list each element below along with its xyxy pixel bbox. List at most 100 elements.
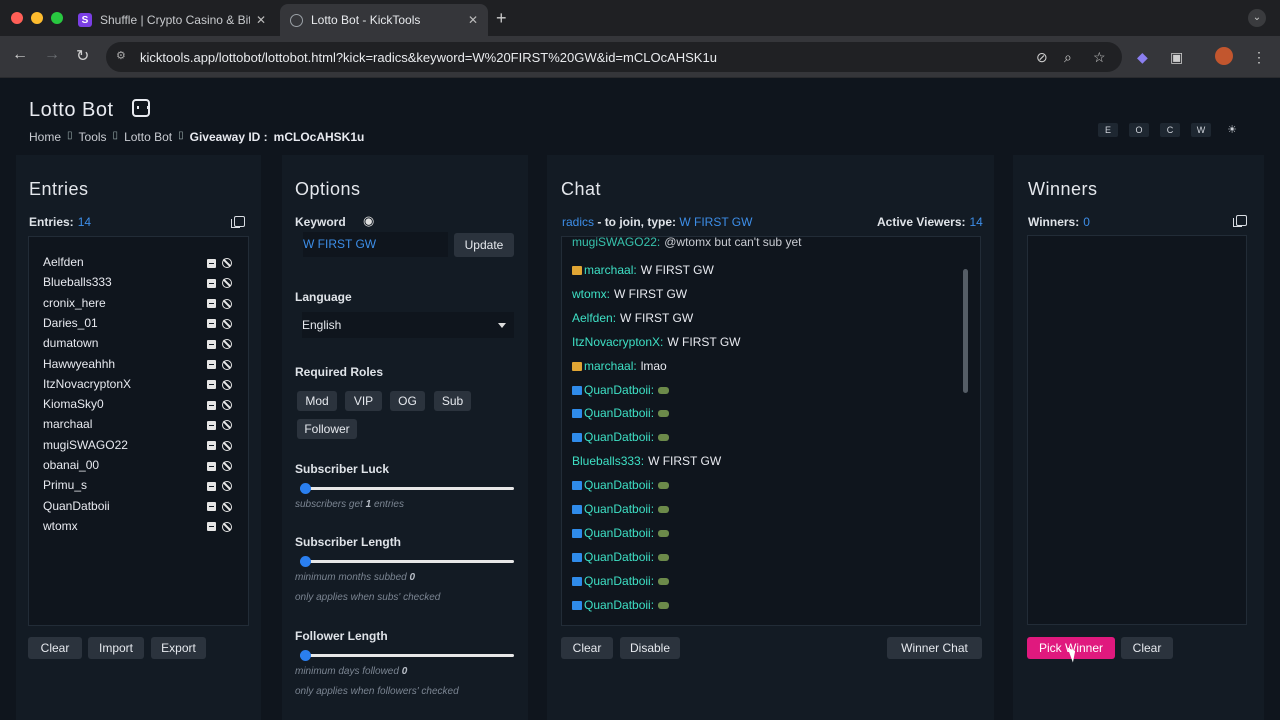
ban-icon[interactable]	[222, 339, 232, 350]
chat-username[interactable]: QuanDatboii:	[584, 526, 654, 540]
chat-username[interactable]: Aelfden:	[572, 311, 616, 325]
remove-entry-icon[interactable]	[207, 258, 216, 268]
ban-icon[interactable]	[222, 278, 232, 289]
copy-winners-icon[interactable]	[1233, 215, 1247, 227]
clear-chat-button[interactable]: Clear	[561, 637, 613, 659]
ban-icon[interactable]	[222, 318, 232, 329]
remove-entry-icon[interactable]	[207, 461, 216, 471]
remove-entry-icon[interactable]	[207, 380, 216, 390]
chat-username[interactable]: Blueballs333:	[572, 454, 644, 468]
chat-scrollbar[interactable]	[963, 269, 968, 393]
follower-length-slider[interactable]	[300, 650, 514, 661]
tab-shuffle[interactable]: S Shuffle | Crypto Casino & Bitcoin ✕	[68, 4, 276, 36]
ban-icon[interactable]	[222, 258, 232, 268]
ban-icon[interactable]	[222, 440, 232, 451]
profile-avatar[interactable]	[1215, 47, 1233, 65]
role-follower-toggle[interactable]: Follower	[297, 419, 357, 439]
chat-username[interactable]: marchaal:	[584, 263, 637, 277]
chat-username[interactable]: QuanDatboii:	[584, 574, 654, 588]
keyword-input[interactable]: W FIRST GW	[303, 232, 448, 257]
zoom-icon[interactable]: ⌕	[1064, 49, 1072, 66]
remove-entry-icon[interactable]	[207, 400, 216, 410]
clear-winners-button[interactable]: Clear	[1121, 637, 1173, 659]
role-sub-toggle[interactable]: Sub	[434, 391, 471, 411]
ban-icon[interactable]	[222, 359, 232, 370]
chat-username[interactable]: QuanDatboii:	[584, 430, 654, 444]
role-og-toggle[interactable]: OG	[390, 391, 425, 411]
minimize-window-button[interactable]	[31, 12, 43, 24]
disable-chat-button[interactable]: Disable	[620, 637, 680, 659]
tab-lotto-bot[interactable]: Lotto Bot - KickTools ✕	[280, 4, 488, 36]
remove-entry-icon[interactable]	[207, 441, 216, 451]
breadcrumb-tools[interactable]: Tools	[79, 130, 107, 144]
ban-icon[interactable]	[222, 501, 232, 512]
theme-button-w[interactable]: W	[1191, 123, 1211, 137]
role-mod-toggle[interactable]: Mod	[297, 391, 337, 411]
address-bar[interactable]: ⚙ kicktools.app/lottobot/lottobot.html?k…	[106, 42, 1122, 72]
import-button[interactable]: Import	[88, 637, 144, 659]
language-select[interactable]: English	[302, 312, 514, 338]
chat-username[interactable]: QuanDatboii:	[584, 478, 654, 492]
remove-entry-icon[interactable]	[207, 502, 216, 512]
remove-entry-icon[interactable]	[207, 522, 216, 532]
remove-entry-icon[interactable]	[207, 481, 216, 491]
clear-entries-button[interactable]: Clear	[28, 637, 82, 659]
eye-icon[interactable]: ◉	[363, 213, 374, 229]
ban-icon[interactable]	[222, 521, 232, 532]
subscriber-length-slider[interactable]	[300, 556, 514, 567]
ban-icon[interactable]	[222, 400, 232, 411]
breadcrumb-home[interactable]: Home	[29, 130, 61, 144]
role-vip-toggle[interactable]: VIP	[345, 391, 382, 411]
forward-icon[interactable]: →	[44, 46, 60, 64]
chat-username[interactable]: QuanDatboii:	[584, 406, 654, 420]
ban-icon[interactable]	[222, 461, 232, 471]
chat-username[interactable]: QuanDatboii:	[584, 383, 654, 397]
slider-knob[interactable]	[300, 483, 311, 494]
tab-search-icon[interactable]: ⌄	[1248, 9, 1266, 27]
chat-username[interactable]: wtomx:	[572, 287, 610, 301]
extensions-puzzle-icon[interactable]: ▣	[1170, 49, 1183, 66]
remove-entry-icon[interactable]	[207, 339, 216, 349]
camera-off-icon[interactable]: ⊘	[1036, 49, 1048, 66]
slider-knob[interactable]	[300, 650, 311, 661]
close-window-button[interactable]	[11, 12, 23, 24]
breadcrumb-lotto-bot[interactable]: Lotto Bot	[124, 130, 172, 144]
chat-username[interactable]: QuanDatboii:	[584, 550, 654, 564]
extension-icon[interactable]: ◆	[1137, 49, 1148, 66]
back-icon[interactable]: ←	[12, 46, 28, 64]
reload-icon[interactable]: ↻	[76, 46, 89, 66]
chat-username[interactable]: mugiSWAGO22:	[572, 237, 660, 249]
chat-log[interactable]: mugiSWAGO22: @wtomx but can't sub yet marc…	[561, 236, 981, 626]
ban-icon[interactable]	[222, 481, 232, 492]
remove-entry-icon[interactable]	[207, 299, 216, 309]
update-button[interactable]: Update	[454, 233, 514, 257]
winner-chat-button[interactable]: Winner Chat	[887, 637, 982, 659]
chat-username[interactable]: ItzNovacryptonX:	[572, 335, 663, 349]
remove-entry-icon[interactable]	[207, 420, 216, 430]
slider-knob[interactable]	[300, 556, 311, 567]
theme-button-c[interactable]: C	[1160, 123, 1180, 137]
remove-entry-icon[interactable]	[207, 319, 216, 329]
sun-icon[interactable]: ☀	[1222, 123, 1242, 137]
ban-icon[interactable]	[222, 420, 232, 431]
site-info-icon[interactable]: ⚙	[116, 49, 130, 63]
subscriber-luck-slider[interactable]	[300, 483, 514, 494]
ban-icon[interactable]	[222, 298, 232, 309]
maximize-window-button[interactable]	[51, 12, 63, 24]
chat-username[interactable]: QuanDatboii:	[584, 598, 654, 612]
chat-username[interactable]: marchaal:	[584, 359, 637, 373]
new-tab-button[interactable]: +	[496, 8, 507, 29]
theme-button-o[interactable]: O	[1129, 123, 1149, 137]
remove-entry-icon[interactable]	[207, 360, 216, 369]
menu-kebab-icon[interactable]: ⋮	[1252, 49, 1266, 66]
close-tab-icon[interactable]: ✕	[256, 13, 266, 27]
channel-name[interactable]: radics	[562, 215, 594, 229]
ban-icon[interactable]	[222, 379, 232, 390]
export-button[interactable]: Export	[151, 637, 206, 659]
theme-button-e[interactable]: E	[1098, 123, 1118, 137]
copy-entries-icon[interactable]	[231, 216, 245, 228]
bookmark-star-icon[interactable]: ☆	[1093, 49, 1106, 66]
close-tab-icon[interactable]: ✕	[468, 13, 478, 27]
remove-entry-icon[interactable]	[207, 278, 216, 288]
chat-username[interactable]: QuanDatboii:	[584, 502, 654, 516]
